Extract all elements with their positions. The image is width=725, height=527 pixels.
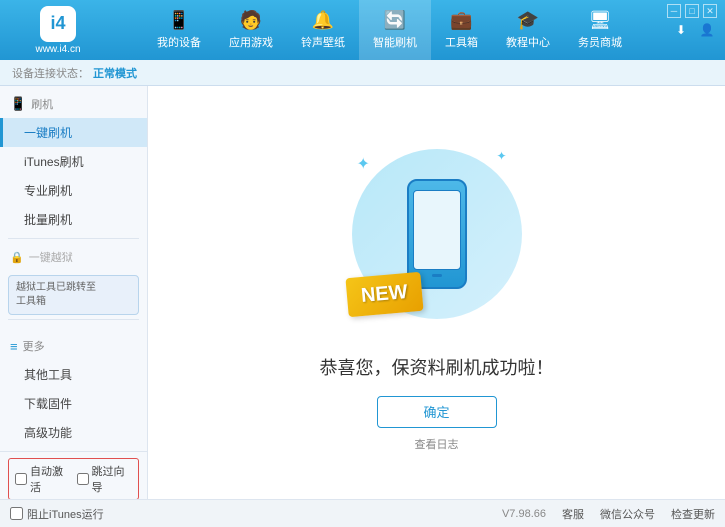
auto-activate-checkbox[interactable]: 自动激活 <box>15 463 71 495</box>
version-text: V7.98.66 <box>502 508 546 520</box>
statusbar: 设备连接状态： 正常模式 <box>0 60 725 86</box>
sidebar-bottom: 自动激活 跳过向导 📱 iPhone 15 Pro Max 512GB iPho… <box>0 451 147 499</box>
itunes-flash-label: iTunes刷机 <box>24 153 84 170</box>
sidebar-divider-2 <box>8 319 139 320</box>
sidebar-item-download-firmware[interactable]: 下载固件 <box>0 389 147 418</box>
user-button[interactable]: 👤 <box>697 20 717 40</box>
batch-flash-label: 批量刷机 <box>24 211 72 228</box>
nav-service-label: 务员商城 <box>578 34 622 50</box>
success-title: 恭喜您，保资料刷机成功啦！ <box>320 354 554 380</box>
nav-tutorial[interactable]: 🎓 教程中心 <box>492 0 564 60</box>
nav-ringtones-label: 铃声壁纸 <box>301 34 345 50</box>
bottom-right: V7.98.66 客服 微信公众号 检查更新 <box>502 506 715 522</box>
phone-illustration: ✦ ✦ ✦ NEW <box>337 134 537 334</box>
nav-my-device[interactable]: 📱 我的设备 <box>143 0 215 60</box>
nav-tools-label: 工具箱 <box>445 34 478 50</box>
status-prefix: 设备连接状态： <box>12 65 89 81</box>
tutorial-icon: 🎓 <box>517 10 539 31</box>
sidebar-section-flash: 📱 刷机 一键刷机 iTunes刷机 专业刷机 批量刷机 🔒 一键越狱 越狱工具… <box>0 86 147 328</box>
confirm-button[interactable]: 确定 <box>377 396 497 428</box>
logo-icon: i4 <box>40 6 76 42</box>
auto-activate-input[interactable] <box>15 473 27 485</box>
window-controls[interactable]: ─ □ ✕ <box>667 4 717 18</box>
sidebar-item-advanced[interactable]: 高级功能 <box>0 418 147 447</box>
jump-guide-checkbox[interactable]: 跳过向导 <box>77 463 133 495</box>
logo-text: www.i4.cn <box>35 44 80 55</box>
sidebar-flash-header: 📱 刷机 <box>0 90 147 118</box>
star-decoration-tr: ✦ <box>496 149 506 163</box>
nav-apps-games[interactable]: 🧑 应用游戏 <box>215 0 287 60</box>
my-device-icon: 📱 <box>168 10 190 31</box>
download-button[interactable]: ⬇ <box>671 20 691 40</box>
stop-itunes-label: 阻止iTunes运行 <box>27 506 104 522</box>
sidebar-more-label: 更多 <box>23 338 45 354</box>
auto-options-group: 自动激活 跳过向导 <box>8 458 139 499</box>
maximize-button[interactable]: □ <box>685 4 699 18</box>
jump-guide-input[interactable] <box>77 473 89 485</box>
other-tools-label: 其他工具 <box>24 366 72 383</box>
new-badge: NEW <box>345 271 423 316</box>
sidebar-item-pro-flash[interactable]: 专业刷机 <box>0 176 147 205</box>
sidebar: 📱 刷机 一键刷机 iTunes刷机 专业刷机 批量刷机 🔒 一键越狱 越狱工具… <box>0 86 148 499</box>
ringtones-icon: 🔔 <box>312 10 334 31</box>
nav-smart-flash[interactable]: 🔄 智能刷机 <box>359 0 431 60</box>
jailbreak-label: 一键越狱 <box>29 249 73 265</box>
sidebar-section-more: ≡ 更多 其他工具 下载固件 高级功能 <box>0 328 147 451</box>
bottombar: 阻止iTunes运行 V7.98.66 客服 微信公众号 检查更新 <box>0 499 725 527</box>
wechat-link[interactable]: 微信公众号 <box>600 506 655 522</box>
tools-icon: 💼 <box>450 10 472 31</box>
nav-tutorial-label: 教程中心 <box>506 34 550 50</box>
nav-service[interactable]: 🖥 务员商城 <box>564 0 636 60</box>
star-decoration-tl: ✦ <box>357 154 370 174</box>
advanced-label: 高级功能 <box>24 424 72 441</box>
close-button[interactable]: ✕ <box>703 4 717 18</box>
topbar: ─ □ ✕ i4 www.i4.cn 📱 我的设备 🧑 应用游戏 🔔 铃声壁纸 … <box>0 0 725 60</box>
more-section-icon: ≡ <box>10 339 18 354</box>
flash-section-icon: 📱 <box>10 96 26 112</box>
status-value: 正常模式 <box>93 65 137 81</box>
nav-items: 📱 我的设备 🧑 应用游戏 🔔 铃声壁纸 🔄 智能刷机 💼 工具箱 🎓 教程中心… <box>108 0 671 60</box>
lock-icon: 🔒 <box>10 251 24 264</box>
sidebar-notice: 越狱工具已跳转至工具箱 <box>8 275 139 315</box>
sidebar-item-one-key-flash[interactable]: 一键刷机 <box>0 118 147 147</box>
sidebar-item-itunes-flash[interactable]: iTunes刷机 <box>0 147 147 176</box>
nav-my-device-label: 我的设备 <box>157 34 201 50</box>
log-link[interactable]: 查看日志 <box>415 436 459 452</box>
sidebar-item-other-tools[interactable]: 其他工具 <box>0 360 147 389</box>
top-right-actions: ⬇ 👤 <box>671 20 717 40</box>
check-update-link[interactable]: 检查更新 <box>671 506 715 522</box>
one-key-flash-label: 一键刷机 <box>24 124 72 141</box>
nav-ringtones[interactable]: 🔔 铃声壁纸 <box>287 0 359 60</box>
sidebar-more-header: ≡ 更多 <box>0 332 147 360</box>
auto-activate-label: 自动激活 <box>30 463 71 495</box>
customer-service-link[interactable]: 客服 <box>562 506 584 522</box>
notice-text: 越狱工具已跳转至工具箱 <box>16 282 96 307</box>
jump-guide-label: 跳过向导 <box>92 463 133 495</box>
phone-home-btn <box>432 274 442 277</box>
nav-tools[interactable]: 💼 工具箱 <box>431 0 492 60</box>
apps-games-icon: 🧑 <box>240 10 262 31</box>
download-firmware-label: 下载固件 <box>24 395 72 412</box>
main-layout: 📱 刷机 一键刷机 iTunes刷机 专业刷机 批量刷机 🔒 一键越狱 越狱工具… <box>0 86 725 499</box>
sidebar-item-batch-flash[interactable]: 批量刷机 <box>0 205 147 234</box>
phone-screen <box>413 190 461 270</box>
stop-itunes-input[interactable] <box>10 507 23 520</box>
sidebar-divider-1 <box>8 238 139 239</box>
sidebar-disabled-jailbreak: 🔒 一键越狱 <box>0 243 147 271</box>
service-icon: 🖥 <box>589 10 612 31</box>
smart-flash-icon: 🔄 <box>384 10 406 31</box>
logo-area: i4 www.i4.cn <box>8 6 108 55</box>
bottom-left: 阻止iTunes运行 <box>10 506 104 522</box>
pro-flash-label: 专业刷机 <box>24 182 72 199</box>
nav-smart-flash-label: 智能刷机 <box>373 34 417 50</box>
nav-apps-games-label: 应用游戏 <box>229 34 273 50</box>
stop-itunes-checkbox[interactable]: 阻止iTunes运行 <box>10 506 104 522</box>
content-area: ✦ ✦ ✦ NEW 恭喜您，保资料刷机成功啦！ 确定 查看日志 <box>148 86 725 499</box>
sidebar-flash-label: 刷机 <box>31 96 53 112</box>
minimize-button[interactable]: ─ <box>667 4 681 18</box>
